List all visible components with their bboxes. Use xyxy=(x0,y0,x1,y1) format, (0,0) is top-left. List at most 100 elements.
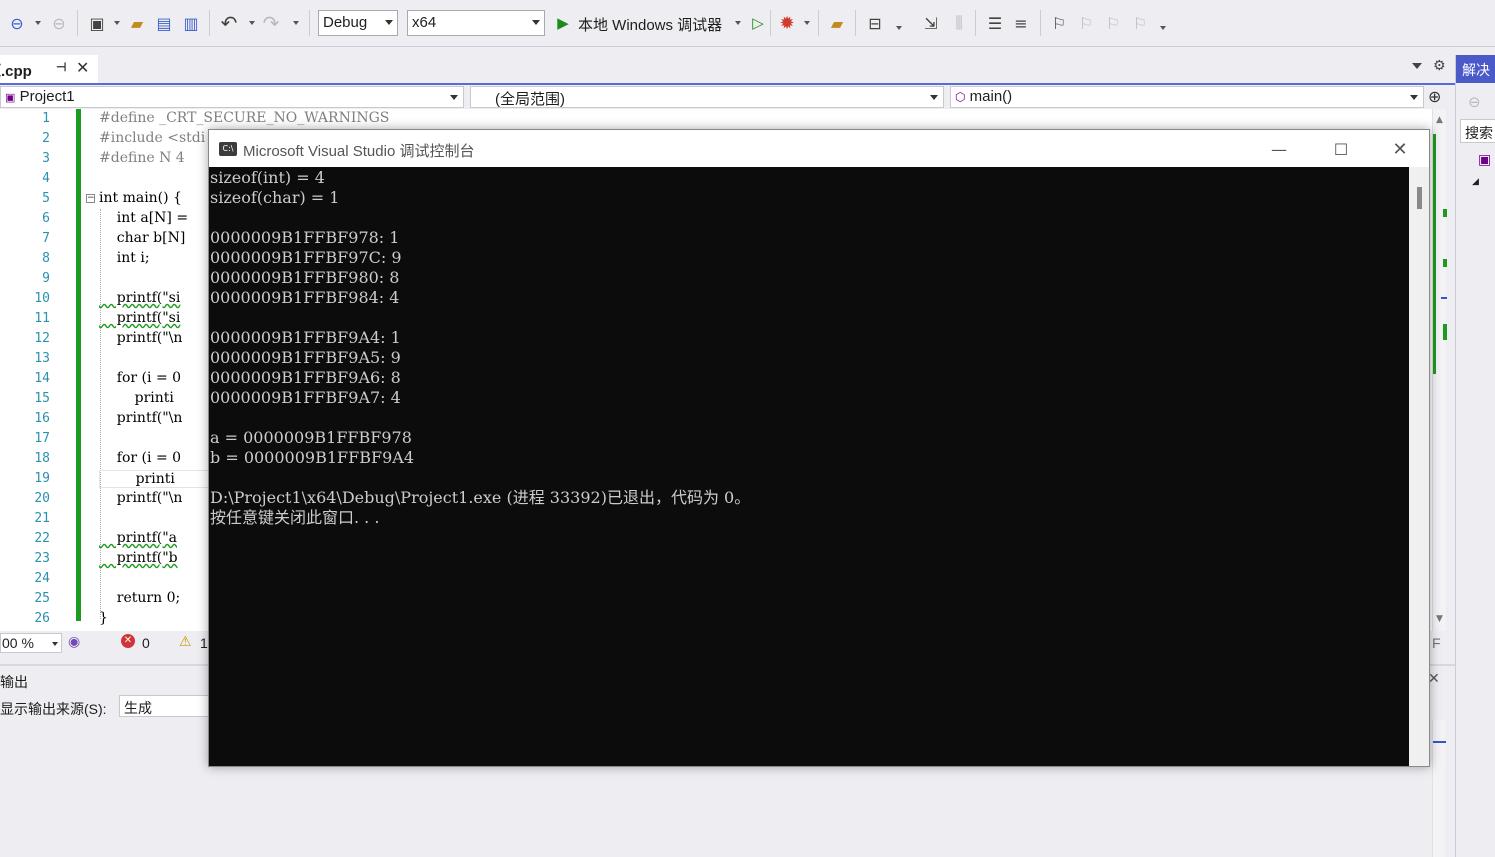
minimize-button[interactable]: — xyxy=(1264,134,1294,164)
console-line: D:\Project1\x64\Debug\Project1.exe (进程 3… xyxy=(210,488,751,507)
output-source-value: 生成 xyxy=(124,700,152,716)
change-tracking-bar xyxy=(76,109,81,621)
chevron-down-icon xyxy=(1410,95,1418,100)
back-icon[interactable]: ⊖ xyxy=(1468,93,1481,111)
disabled-step-icon: ⫼ xyxy=(955,13,963,32)
hot-reload-icon[interactable]: ✹ xyxy=(776,12,798,34)
warning-count[interactable]: 1 xyxy=(200,635,208,651)
hot-reload-dropdown-icon[interactable] xyxy=(804,21,810,25)
play-icon[interactable]: ▶ xyxy=(552,12,574,34)
platform-value: x64 xyxy=(412,14,437,31)
start-debugger-button[interactable]: 本地 Windows 调试器 xyxy=(578,14,722,35)
redo-icon[interactable]: ↷ xyxy=(260,11,282,35)
console-scroll-thumb[interactable] xyxy=(1417,187,1422,209)
line-number: 6 xyxy=(42,211,50,226)
console-line: sizeof(char) = 1 xyxy=(210,188,340,207)
code-line: printf("si xyxy=(99,310,181,326)
error-icon[interactable]: ✕ xyxy=(121,634,135,648)
collapse-icon[interactable]: − xyxy=(86,194,95,203)
scope-select[interactable]: (全局范围) xyxy=(470,86,944,108)
console-scrollbar[interactable] xyxy=(1409,167,1429,766)
close-icon[interactable]: ✕ xyxy=(76,58,89,78)
code-line-current: printi xyxy=(99,470,209,488)
bookmark-icon[interactable]: ⚐ xyxy=(1048,12,1070,34)
save-all-icon[interactable]: ▥ xyxy=(180,12,202,34)
scroll-change-marker xyxy=(1433,134,1436,374)
scope-value: (全局范围) xyxy=(495,91,565,108)
scroll-up-icon[interactable]: ▲ xyxy=(1436,115,1443,125)
back-icon[interactable]: ⊖ xyxy=(6,12,28,34)
open-folder-icon[interactable]: ▰ xyxy=(126,12,148,34)
pin-icon[interactable]: ⊣ xyxy=(56,60,66,74)
prev-bookmark-icon: ⚐ xyxy=(1078,13,1094,33)
console-line: sizeof(int) = 4 xyxy=(210,168,325,187)
start-without-debugging-icon[interactable]: ▷ xyxy=(747,12,769,34)
close-window-button[interactable]: ✕ xyxy=(1385,134,1415,164)
redo-dropdown-icon[interactable] xyxy=(293,21,299,25)
solution-search-input[interactable]: 搜索 xyxy=(1460,119,1495,143)
comment-icon[interactable]: ≡ xyxy=(1010,12,1032,34)
console-line: a = 0000009B1FFBF978 xyxy=(210,428,412,447)
project-select[interactable]: ▣ Project1 xyxy=(0,86,464,108)
toolbar-overflow-icon[interactable] xyxy=(1160,26,1166,30)
code-line: for (i = 0 xyxy=(99,370,182,386)
chevron-down-icon xyxy=(450,95,458,100)
line-number: 24 xyxy=(34,571,50,586)
code-line: } xyxy=(99,610,108,626)
zoom-select[interactable]: 00 % xyxy=(0,633,62,653)
line-number: 26 xyxy=(34,611,50,626)
back-dropdown-icon[interactable] xyxy=(35,21,41,25)
console-line: 0000009B1FFBF978: 1 xyxy=(210,228,400,247)
gear-icon[interactable]: ⚙ xyxy=(1433,58,1446,74)
console-line: 0000009B1FFBF984: 4 xyxy=(210,288,400,307)
toolbar-separator xyxy=(1040,10,1041,36)
console-titlebar[interactable]: C:\ Microsoft Visual Studio 调试控制台 — ☐ ✕ xyxy=(209,130,1429,167)
chevron-down-icon xyxy=(385,20,393,25)
console-line: b = 0000009B1FFBF9A4 xyxy=(210,448,414,467)
undo-icon[interactable]: ↶ xyxy=(218,11,240,35)
step-icon[interactable]: ⇲ xyxy=(920,12,942,34)
editor-scrollbar[interactable]: ▲ ▼ xyxy=(1432,109,1447,631)
code-line: int main() { xyxy=(99,190,182,206)
forward-icon[interactable]: ⊖ xyxy=(48,12,70,34)
new-project-dropdown-icon[interactable] xyxy=(114,21,120,25)
find-in-files-icon[interactable]: ▰ xyxy=(826,12,848,34)
console-output[interactable]: sizeof(int) = 4 sizeof(char) = 1 0000009B1… xyxy=(210,168,1408,766)
solution-explorer-panel: 解决 ⊖ 搜索 ▣ ◢ xyxy=(1455,55,1495,857)
layout-icon[interactable]: ⊟ xyxy=(864,12,886,34)
debugger-dropdown-icon[interactable] xyxy=(735,21,741,25)
configuration-select[interactable]: Debug xyxy=(318,10,398,36)
code-line: #include <stdi xyxy=(99,130,206,146)
split-icon[interactable]: ⊕ xyxy=(1428,87,1441,106)
next-bookmark-icon: ⚐ xyxy=(1105,13,1121,33)
new-project-icon[interactable]: ▣ xyxy=(86,12,108,34)
scroll-marker xyxy=(1443,259,1447,267)
tab-source-file[interactable]: 源.cpp ⊣ ✕ xyxy=(0,55,98,83)
save-icon[interactable]: ▤ xyxy=(153,12,175,34)
maximize-button[interactable]: ☐ xyxy=(1326,134,1356,164)
encoding-indicator[interactable]: F xyxy=(1432,635,1441,651)
tab-list-dropdown-icon[interactable] xyxy=(1412,63,1422,69)
platform-select[interactable]: x64 xyxy=(407,10,545,36)
indent-icon[interactable]: ☰ xyxy=(984,12,1006,34)
undo-dropdown-icon[interactable] xyxy=(249,21,255,25)
line-number: 23 xyxy=(34,551,50,566)
warning-icon[interactable]: ⚠ xyxy=(179,633,192,650)
error-count[interactable]: 0 xyxy=(142,635,150,651)
intellicode-icon[interactable]: ◉ xyxy=(68,633,80,650)
main-toolbar: ⊖ ⊖ ▣ ▰ ▤ ▥ ↶ ↷ Debug x64 ▶ 本地 Windows 调… xyxy=(0,0,1495,47)
member-select[interactable]: ⬡ main() xyxy=(950,86,1424,108)
member-value: main() xyxy=(969,88,1013,105)
code-line: printf("\n xyxy=(99,490,183,506)
output-scrollbar[interactable] xyxy=(1432,720,1446,857)
layout-dropdown-icon[interactable] xyxy=(896,26,902,30)
scroll-down-icon[interactable]: ▼ xyxy=(1436,614,1443,624)
solution-icon[interactable]: ▣ xyxy=(1478,152,1491,168)
debug-console-window[interactable]: C:\ Microsoft Visual Studio 调试控制台 — ☐ ✕ … xyxy=(208,129,1430,767)
expand-icon[interactable]: ◢ xyxy=(1472,177,1479,187)
tab-file-name: 源.cpp xyxy=(0,63,32,80)
solution-explorer-title[interactable]: 解决 xyxy=(1456,55,1495,83)
project-icon: ▣ xyxy=(5,92,16,104)
